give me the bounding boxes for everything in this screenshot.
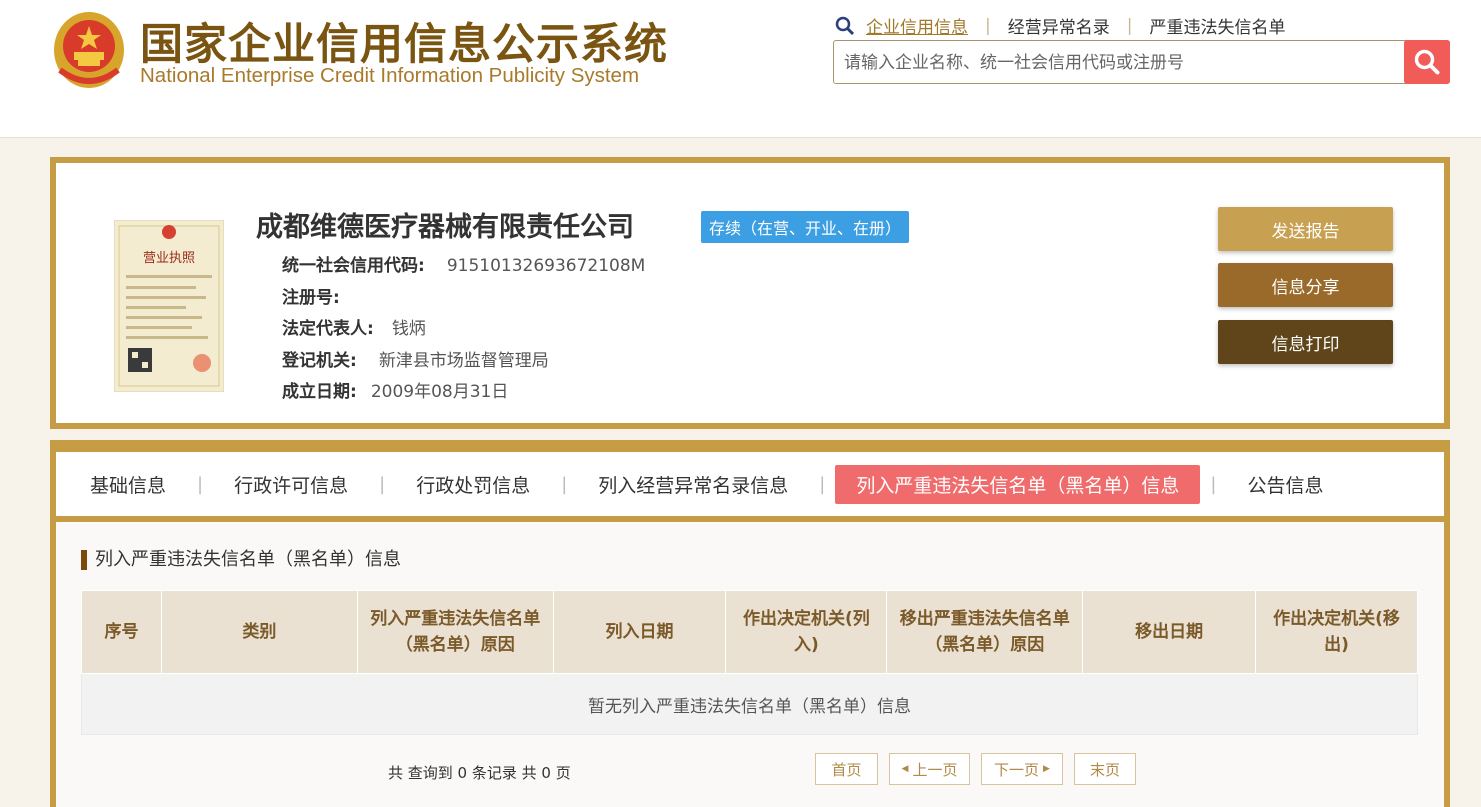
print-info-button[interactable]: 信息打印 (1218, 320, 1393, 364)
company-card-body: 营业执照 成都维德医疗器械有限责任公司 存续（在营、开业、在册） 统一社会信用代… (56, 163, 1444, 423)
tab-abnormal-operations[interactable]: 列入经营异常名录信息 (577, 465, 809, 504)
tab-divider: | (819, 473, 826, 495)
pagination-info: 共 查询到 0 条记录 共 0 页 (388, 764, 571, 782)
tab-divider: | (1210, 473, 1217, 495)
business-license-image[interactable]: 营业执照 (114, 220, 224, 392)
share-info-button[interactable]: 信息分享 (1218, 263, 1393, 307)
info-row-legal-representative: 法定代表人: 钱炳 (282, 314, 426, 339)
column-header: 类别 (160, 590, 358, 674)
search-icon (1414, 49, 1440, 75)
top-nav: 企业信用信息 | 经营异常名录 | 严重违法失信名单 (834, 13, 1285, 38)
site-title-cn: 国家企业信用信息公示系统 (140, 20, 668, 70)
field-value: 钱炳 (391, 319, 426, 339)
link-serious-violations[interactable]: 严重违法失信名单 (1149, 13, 1285, 38)
first-page-button[interactable]: 首页 (815, 753, 878, 785)
info-row-registration-number: 注册号: (282, 283, 354, 308)
national-emblem-logo (54, 12, 124, 88)
site-title-en: National Enterprise Credit Information P… (140, 64, 640, 87)
search-icon (835, 16, 855, 35)
column-header: 列入日期 (552, 590, 727, 674)
section-title: 列入严重违法失信名单（黑名单）信息 (81, 550, 401, 570)
link-abnormal-operations[interactable]: 经营异常名录 (1008, 13, 1110, 38)
info-row-registration-authority: 登记机关: 新津县市场监督管理局 (282, 346, 549, 371)
field-label: 法定代表人: (282, 319, 374, 339)
chevron-right-icon: ▶ (1043, 764, 1050, 774)
chevron-left-icon: ◀ (901, 764, 909, 774)
next-page-label: 下一页 (994, 760, 1040, 779)
info-panel: 基础信息 | 行政许可信息 | 行政处罚信息 | 列入经营异常名录信息 | 列入… (50, 440, 1450, 807)
column-header: 列入严重违法失信名单（黑名单）原因 (356, 590, 554, 674)
company-card: 营业执照 成都维德医疗器械有限责任公司 存续（在营、开业、在册） 统一社会信用代… (50, 157, 1450, 429)
next-page-button[interactable]: 下一页 ▶ (981, 753, 1063, 785)
column-header: 作出决定机关(移出) (1255, 590, 1418, 674)
info-tabs: 基础信息 | 行政许可信息 | 行政处罚信息 | 列入经营异常名录信息 | 列入… (56, 452, 1444, 522)
info-row-credit-code: 统一社会信用代码: 91510132693672108M (282, 251, 645, 276)
tab-content: 列入严重违法失信名单（黑名单）信息 序号 类别 列入严重违法失信名单（黑名单）原… (56, 522, 1444, 807)
empty-message: 暂无列入严重违法失信名单（黑名单）信息 (81, 673, 1418, 735)
tab-divider: | (197, 473, 204, 495)
tab-admin-license[interactable]: 行政许可信息 (213, 465, 369, 504)
column-header: 作出决定机关(列入) (725, 590, 888, 674)
divider: | (1126, 15, 1133, 36)
info-row-established-date: 成立日期: 2009年08月31日 (282, 377, 508, 402)
field-value: 新津县市场监督管理局 (378, 351, 549, 371)
status-badge: 存续（在营、开业、在册） (701, 211, 910, 243)
search-input[interactable] (842, 47, 1406, 79)
tab-admin-penalty[interactable]: 行政处罚信息 (395, 465, 551, 504)
column-header: 序号 (81, 590, 162, 674)
company-name: 成都维德医疗器械有限责任公司 (256, 212, 634, 243)
send-report-button[interactable]: 发送报告 (1218, 207, 1393, 251)
field-value: 91510132693672108M (446, 256, 646, 276)
tab-announcements[interactable]: 公告信息 (1226, 465, 1344, 504)
site-header: 国家企业信用信息公示系统 National Enterprise Credit … (0, 0, 1481, 138)
tab-basic-info[interactable]: 基础信息 (69, 465, 187, 504)
field-label: 统一社会信用代码: (282, 256, 425, 276)
tab-blacklist[interactable]: 列入严重违法失信名单（黑名单）信息 (835, 464, 1201, 504)
column-header: 移出严重违法失信名单（黑名单）原因 (886, 590, 1084, 674)
blacklist-table: 序号 类别 列入严重违法失信名单（黑名单）原因 列入日期 作出决定机关(列入) … (81, 590, 1418, 735)
tab-divider: | (379, 473, 386, 495)
link-enterprise-credit-info[interactable]: 企业信用信息 (866, 13, 968, 38)
last-page-button[interactable]: 末页 (1074, 753, 1136, 785)
table-row: 暂无列入严重违法失信名单（黑名单）信息 (81, 673, 1418, 735)
field-label: 成立日期: (282, 382, 357, 402)
field-label: 注册号: (282, 288, 340, 308)
search-button[interactable] (1404, 40, 1450, 84)
field-label: 登记机关: (282, 351, 357, 371)
divider: | (985, 15, 991, 36)
tab-divider: | (561, 473, 568, 495)
license-title: 营业执照 (143, 251, 195, 266)
field-value: 2009年08月31日 (370, 382, 509, 402)
table-header-row: 序号 类别 列入严重违法失信名单（黑名单）原因 列入日期 作出决定机关(列入) … (81, 590, 1418, 674)
prev-page-label: 上一页 (912, 760, 958, 779)
column-header: 移出日期 (1082, 590, 1257, 674)
prev-page-button[interactable]: ◀ 上一页 (889, 753, 970, 785)
search-bar (833, 40, 1450, 84)
